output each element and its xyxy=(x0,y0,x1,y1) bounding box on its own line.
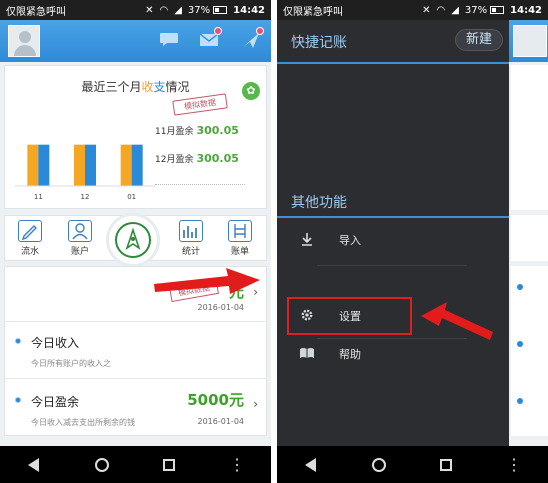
app-header xyxy=(0,20,271,62)
chart-bar xyxy=(74,144,85,186)
recents-icon[interactable] xyxy=(436,455,456,475)
signal-icon: ◢ xyxy=(451,4,459,16)
menu-icon[interactable]: ⋮ xyxy=(504,455,524,475)
back-icon[interactable] xyxy=(301,455,321,475)
summary-title: 最近三个月收支情况 xyxy=(81,80,190,94)
tool-flow-label: 流水 xyxy=(20,247,39,257)
tool-stats[interactable]: 统计 xyxy=(172,220,210,257)
red-arrow-annotation xyxy=(154,268,260,294)
list-item-subtitle: 今日所有账户的收入之 xyxy=(31,359,111,368)
chart-x-tick-label: 11 xyxy=(34,193,43,201)
menu-icon[interactable]: ⋮ xyxy=(227,455,247,475)
chart-bar xyxy=(85,144,96,186)
summary-card-peek xyxy=(511,65,548,210)
red-arrow-annotation xyxy=(421,302,493,340)
menu-item-label: 帮助 xyxy=(339,348,361,361)
chart-bar xyxy=(38,144,50,186)
list-item-title: 今日收入 xyxy=(31,336,80,350)
list-item[interactable]: 今日收入 今日所有账户的收入之 xyxy=(5,322,266,379)
new-button[interactable]: 新建 xyxy=(455,29,503,51)
battery-percent: 37% xyxy=(187,4,211,16)
battery-icon xyxy=(490,6,505,14)
phone-right-screen: 仅限紧急呼叫 ✕ ◠ ◢ 37% 14:42 快捷记账 新建 其他功能 导入 设… xyxy=(277,0,548,483)
list-item-amount: 5000元 xyxy=(187,391,244,409)
surplus-row-nov: 11月盈余 300.05 xyxy=(155,124,239,137)
summary-card: 最近三个月收支情况 ✿ 模拟数据 11 12 01 11月盈余 300.05 12月盈… xyxy=(4,65,267,209)
mail-badge xyxy=(214,27,222,35)
chart-x-tick-label: 12 xyxy=(81,193,90,201)
income-expense-bar-chart: 11 12 01 xyxy=(15,144,155,201)
chat-icon[interactable] xyxy=(158,31,180,49)
menu-item-import[interactable]: 导入 xyxy=(277,222,509,258)
surplus-row-dec: 12月盈余 300.05 xyxy=(155,152,239,165)
other-functions-heading: 其他功能 xyxy=(291,195,347,211)
tool-stats-label: 统计 xyxy=(181,247,200,257)
drawer-separator xyxy=(277,62,509,64)
battery-percent: 37% xyxy=(464,4,488,16)
tool-bill-label: 账单 xyxy=(230,247,249,257)
mock-data-stamp: 模拟数据 xyxy=(172,93,228,116)
chart-bar xyxy=(120,144,132,186)
drawer-header: 快捷记账 新建 xyxy=(277,20,509,62)
list-item-date: 2016-01-04 xyxy=(197,417,245,426)
carrier-text: 仅限紧急呼叫 xyxy=(6,6,66,18)
list-item-title: 今日盈余 xyxy=(31,395,80,409)
tool-flow[interactable]: 流水 xyxy=(11,220,49,257)
chevron-right-icon: › xyxy=(253,397,258,411)
tool-bill[interactable]: 账单 xyxy=(221,220,259,257)
list-item-subtitle: 今日收入减去支出所剩余的钱 xyxy=(31,418,135,427)
chart-bar xyxy=(27,144,39,186)
wifi-icon: ◠ xyxy=(159,4,169,16)
status-bar: 仅限紧急呼叫 ✕ ◠ ◢ 37% 14:42 xyxy=(277,0,548,20)
clock: 14:42 xyxy=(510,4,542,16)
edit-icon xyxy=(18,220,42,242)
bullet-icon xyxy=(15,397,21,403)
battery-icon xyxy=(213,6,228,14)
signal-icon: ◢ xyxy=(174,4,182,16)
list-peek xyxy=(511,266,548,436)
android-nav-bar: ⋮ xyxy=(277,446,548,483)
main-screen-peek xyxy=(509,20,548,446)
mute-icon: ✕ xyxy=(145,4,154,16)
recents-icon[interactable] xyxy=(159,455,179,475)
tool-account-label: 账户 xyxy=(70,247,89,257)
divider xyxy=(317,265,467,266)
list-item-date: 2016-01-04 xyxy=(197,303,245,312)
dotted-divider xyxy=(155,184,245,185)
summary-settings-gear-icon[interactable]: ✿ xyxy=(242,82,260,100)
add-record-pen-button[interactable] xyxy=(106,213,160,267)
list-item[interactable]: 今日盈余 5000元 今日收入减去支出所剩余的钱 2016-01-04 › xyxy=(5,379,266,436)
home-icon[interactable] xyxy=(369,455,389,475)
pen-icon xyxy=(115,222,151,258)
section-separator xyxy=(277,216,509,218)
carrier-text: 仅限紧急呼叫 xyxy=(283,6,343,18)
chart-x-tick-label: 01 xyxy=(127,193,136,201)
bill-icon xyxy=(228,220,252,242)
side-drawer: 快捷记账 新建 其他功能 导入 设置 帮助 xyxy=(277,20,509,446)
clock: 14:42 xyxy=(233,4,265,16)
tool-account[interactable]: 账户 xyxy=(61,220,99,257)
chart-icon xyxy=(179,220,203,242)
avatar[interactable] xyxy=(8,25,40,57)
phone-left-screen: 仅限紧急呼叫 ✕ ◠ ◢ 37% 14:42 最近三个月收支情况 ✿ 模拟数据 … xyxy=(0,0,271,483)
drawer-title: 快捷记账 xyxy=(291,35,347,51)
toolbar-peek xyxy=(511,215,548,261)
back-icon[interactable] xyxy=(24,455,44,475)
android-nav-bar: ⋮ xyxy=(0,446,271,483)
menu-item-label: 导入 xyxy=(339,234,361,247)
status-bar: 仅限紧急呼叫 ✕ ◠ ◢ 37% 14:42 xyxy=(0,0,271,20)
home-icon[interactable] xyxy=(92,455,112,475)
wifi-icon: ◠ xyxy=(436,4,446,16)
book-icon xyxy=(299,345,315,361)
send-badge xyxy=(256,27,264,35)
avatar xyxy=(513,25,547,57)
bullet-icon xyxy=(15,338,21,344)
mute-icon: ✕ xyxy=(422,4,431,16)
chart-bar xyxy=(131,144,143,186)
settings-highlight-box xyxy=(287,297,412,335)
account-icon xyxy=(68,220,92,242)
download-icon xyxy=(299,231,315,247)
